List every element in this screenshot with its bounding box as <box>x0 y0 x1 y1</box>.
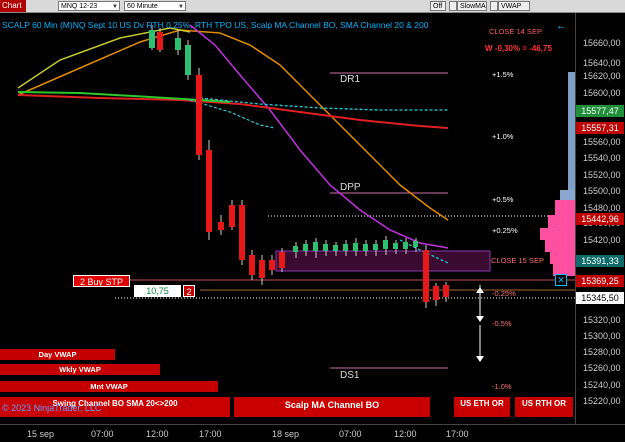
time-label: 15 sep <box>27 429 55 439</box>
dpp-label: DPP <box>340 182 361 193</box>
price-marker: 15369,25 <box>576 275 624 287</box>
price-tick: 15300,00 <box>583 331 621 341</box>
time-label: 17:00 <box>446 429 469 439</box>
checkbox-slowma[interactable] <box>449 1 457 11</box>
interval-selector[interactable]: 60 Minute ▼ <box>124 1 186 11</box>
pct-label: +0.5% <box>492 195 514 204</box>
pct-label: -1.0% <box>492 382 512 391</box>
instrument-label: MNQ 12-23 <box>61 3 98 10</box>
price-marker: 15577,47 <box>576 105 624 117</box>
price-tick: 15320,00 <box>583 315 621 325</box>
price-tick: 15480,00 <box>583 203 621 213</box>
dr1-label: DR1 <box>340 74 361 85</box>
price-tick: 15640,00 <box>583 58 621 68</box>
pnl-label: W -0,30% = -46,75 <box>485 44 552 53</box>
price-marker: 15391,33 <box>576 255 624 267</box>
instrument-selector[interactable]: MNQ 12-23 ▼ <box>58 1 120 11</box>
pct-label: +1.0% <box>492 132 514 141</box>
time-label: 18 sep <box>272 429 300 439</box>
wkly-vwap-button[interactable]: Wkly VWAP <box>0 364 160 375</box>
close-icon[interactable]: ✕ <box>555 274 567 286</box>
price-tick: 15600,00 <box>583 88 621 98</box>
chart-menu-button[interactable]: Chart <box>0 0 26 12</box>
pct-label: +0.25% <box>492 226 518 235</box>
scalp-ma-channel-button[interactable]: Scalp MA Channel BO <box>234 397 430 417</box>
slow-ma-line <box>17 29 449 221</box>
price-tick: 15660,00 <box>583 38 621 48</box>
close-14-sep-label: CLOSE 14 SEP <box>489 27 542 36</box>
vwap-button[interactable]: VWAP <box>498 1 530 11</box>
price-marker: 15557,31 <box>576 122 624 134</box>
buy-stop-order[interactable]: 2 Buy STP <box>73 275 130 287</box>
close-15-sep-label: CLOSE 15 SEP <box>491 256 544 265</box>
order-quantity[interactable]: 2 <box>183 285 195 297</box>
price-tick: 15260,00 <box>583 363 621 373</box>
price-tick: 15560,00 <box>583 137 621 147</box>
us-eth-or-button[interactable]: US ETH OR <box>454 397 510 417</box>
chevron-down-icon: ▼ <box>178 4 184 10</box>
projection-arrows <box>476 285 484 362</box>
interval-label: 60 Minute <box>127 3 158 10</box>
time-label: 17:00 <box>199 429 222 439</box>
arrow-left-icon[interactable]: ← <box>556 20 567 32</box>
price-marker: 15442,96 <box>576 213 624 225</box>
price-chart[interactable] <box>0 13 575 424</box>
us-rth-or-button[interactable]: US RTH OR <box>515 397 573 417</box>
time-label: 07:00 <box>91 429 114 439</box>
price-tick: 15620,00 <box>583 71 621 81</box>
sma-200-line <box>17 94 449 129</box>
price-marker: 15345,50 <box>576 292 624 304</box>
off-button[interactable]: Off <box>430 1 446 11</box>
price-tick: 15220,00 <box>583 396 621 406</box>
time-label: 12:00 <box>146 429 169 439</box>
slowma-button[interactable]: SlowMA <box>457 1 487 11</box>
close-range-box <box>275 250 491 272</box>
copyright-text: © 2023 NinjaTrader, LLC <box>2 403 102 413</box>
pct-label: +1.5% <box>492 70 514 79</box>
price-tick: 15420,00 <box>583 235 621 245</box>
time-label: 12:00 <box>394 429 417 439</box>
price-tick: 15520,00 <box>583 170 621 180</box>
price-tick: 15240,00 <box>583 380 621 390</box>
day-vwap-button[interactable]: Day VWAP <box>0 349 115 360</box>
pct-label: -0.25% <box>492 289 516 298</box>
purple-ma-line <box>189 24 449 249</box>
mnt-vwap-button[interactable]: Mnt VWAP <box>0 381 218 392</box>
pct-label: -0.5% <box>492 319 512 328</box>
price-tick: 15500,00 <box>583 186 621 196</box>
order-price-field[interactable]: 10,75 <box>134 285 181 297</box>
time-label: 07:00 <box>339 429 362 439</box>
chevron-down-icon: ▼ <box>112 4 118 10</box>
price-tick: 15280,00 <box>583 347 621 357</box>
ds1-label: DS1 <box>340 370 360 381</box>
checkbox-vwap[interactable] <box>490 1 498 11</box>
chart-header: SCALP 60 Min (M)NQ Sept 10 US Dv RTH 0.2… <box>2 20 429 30</box>
toolbar: Chart MNQ 12-23 ▼ 60 Minute ▼ Off SlowMA V… <box>0 0 625 13</box>
price-tick: 15540,00 <box>583 153 621 163</box>
volume-profile <box>540 72 575 276</box>
